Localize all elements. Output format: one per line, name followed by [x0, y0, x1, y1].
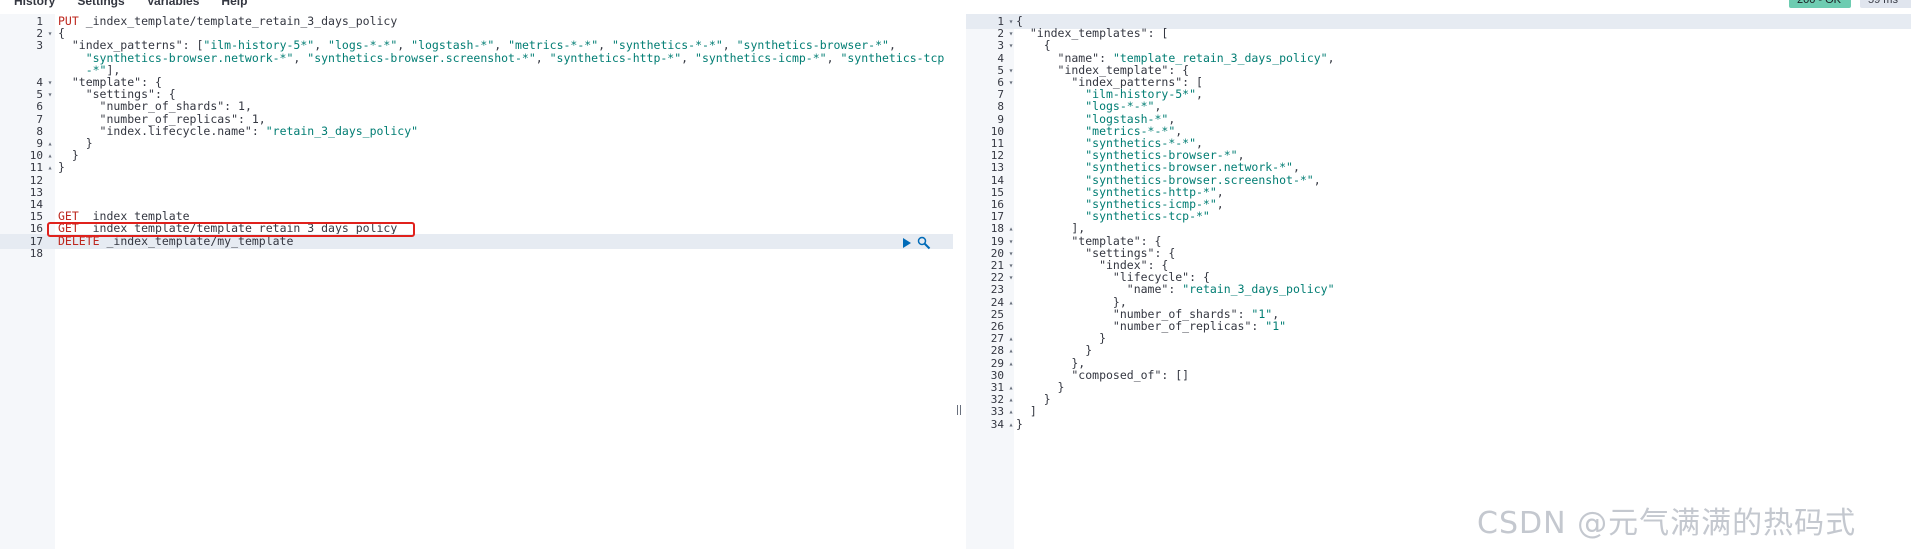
response-status-badge: 200 - OK: [1789, 0, 1851, 8]
request-actions: [903, 236, 931, 250]
request-editor[interactable]: 1 PUT _index_template/template_retain_3_d…: [0, 14, 953, 549]
response-editor[interactable]: 1 ▾{2 ▾ "index_templates": [3 ▾ {4 "name": …: [966, 14, 1911, 549]
resizer-grip-icon[interactable]: [957, 405, 961, 415]
request-highlight-annotation: [47, 222, 415, 237]
line-number: 18: [29, 246, 43, 260]
menu-history[interactable]: History: [14, 0, 55, 8]
code-token: }: [1016, 416, 1023, 431]
code-line[interactable]: 34 ▴}: [966, 417, 1911, 432]
menu-help[interactable]: Help: [221, 0, 247, 8]
menu-settings[interactable]: Settings: [77, 0, 124, 8]
console-menu: History Settings Variables Help: [14, 0, 247, 8]
code-line[interactable]: 18: [0, 246, 953, 261]
watermark: CSDN @元气满满的热码式: [1477, 506, 1857, 541]
fold-toggle-icon[interactable]: ▴: [1006, 417, 1016, 432]
response-time-badge: 59 ms: [1860, 0, 1911, 8]
code-text: }: [1016, 417, 1023, 432]
line-number: 34: [990, 417, 1004, 431]
play-icon[interactable]: [903, 238, 911, 248]
wrench-icon[interactable]: [917, 236, 931, 250]
pane-resizer[interactable]: [953, 14, 966, 549]
console-toolbar: History Settings Variables Help 200 - OK…: [0, 0, 1911, 10]
menu-variables[interactable]: Variables: [147, 0, 200, 8]
